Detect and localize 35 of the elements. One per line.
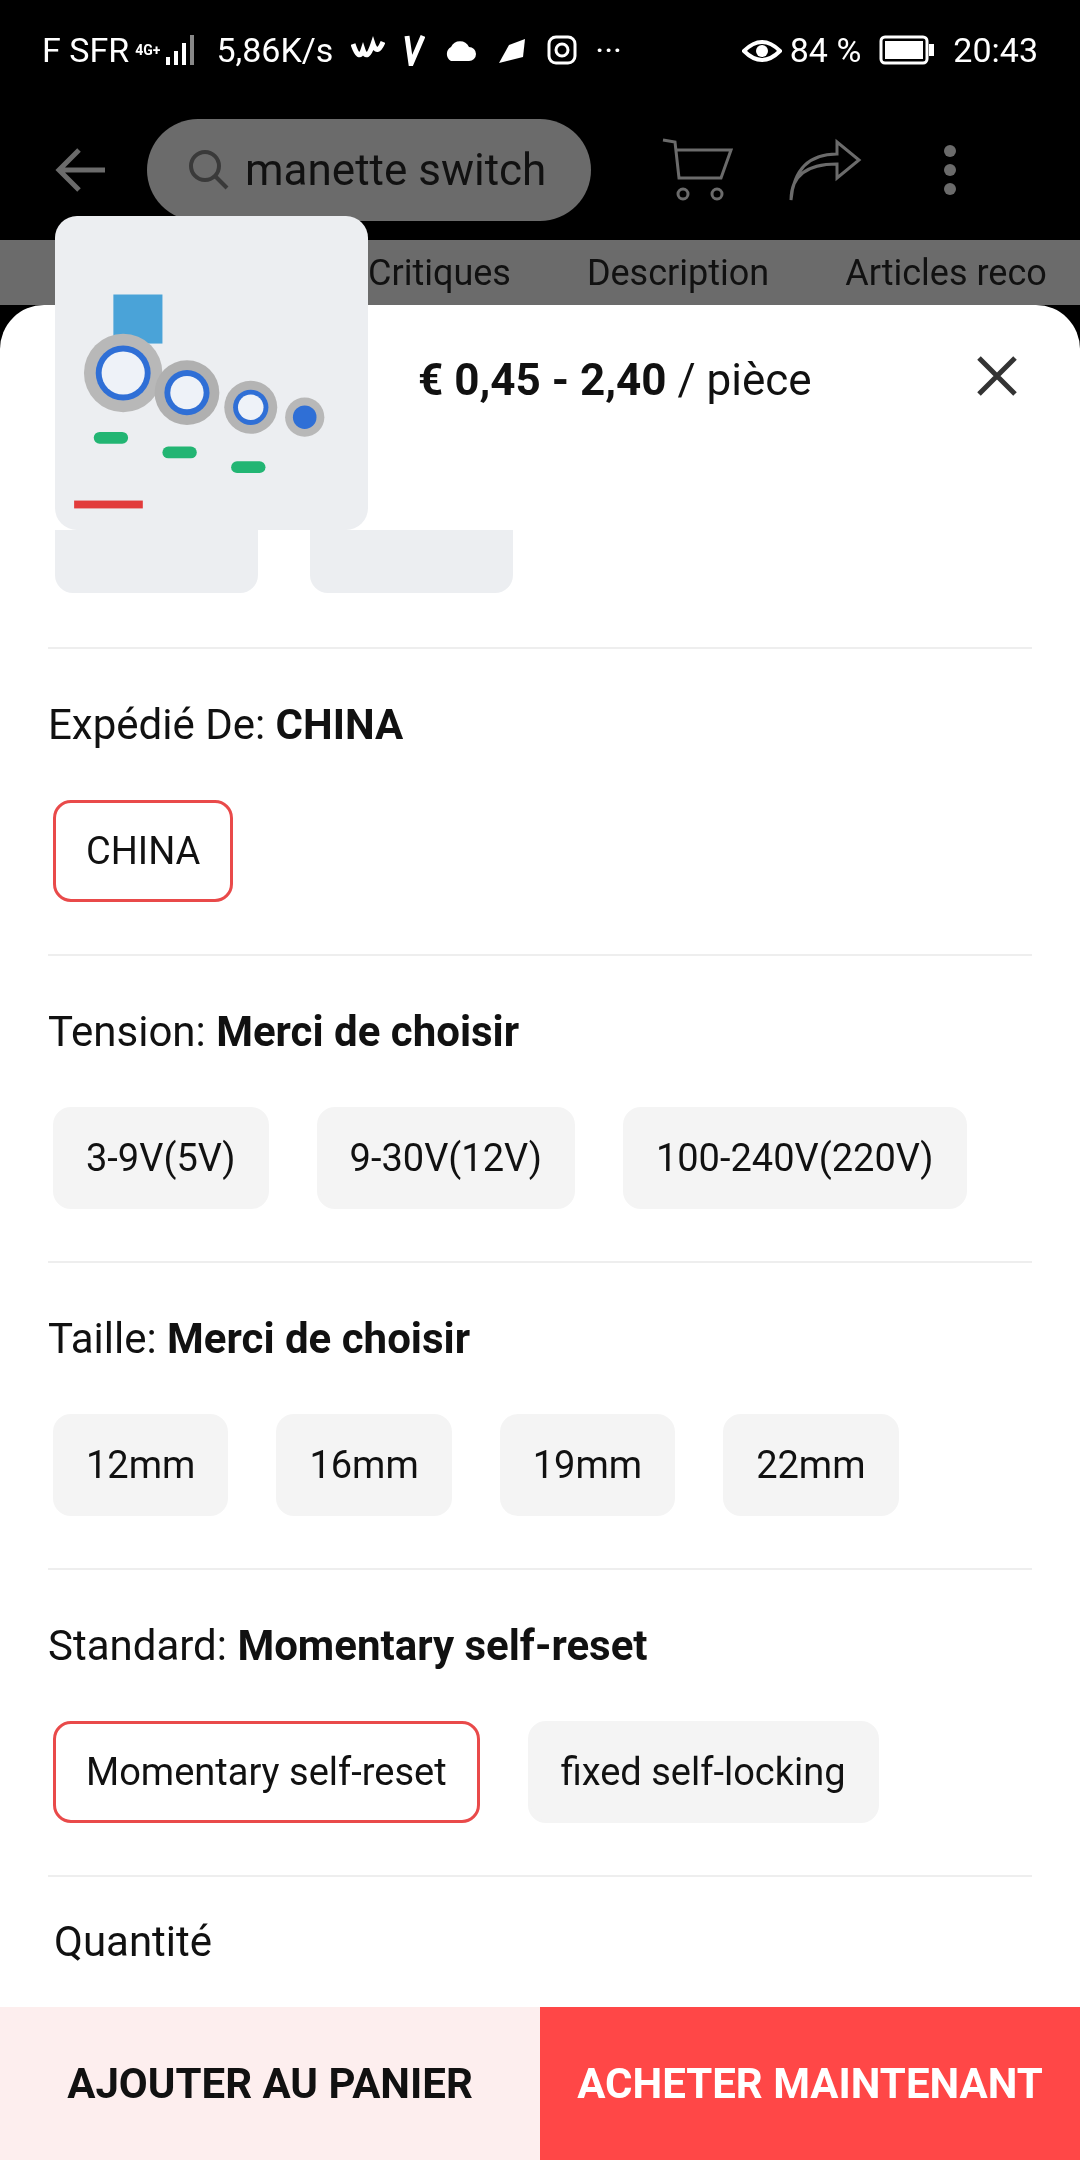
search-field[interactable]: manette switch bbox=[147, 119, 591, 221]
option-chip[interactable]: fixed self-locking bbox=[527, 1721, 879, 1823]
option-chip[interactable]: CHINA bbox=[53, 800, 234, 902]
app-icon bbox=[403, 34, 426, 66]
battery-icon bbox=[879, 35, 936, 65]
network-type: 4G+ bbox=[135, 43, 161, 57]
battery-percent: 84 % bbox=[789, 28, 862, 72]
carrier: F SFR bbox=[42, 28, 130, 72]
option-chip[interactable]: 9-30V(12V) bbox=[316, 1107, 575, 1209]
tab[interactable]: Critiques bbox=[368, 250, 511, 295]
option-chip[interactable]: 19mm bbox=[499, 1414, 676, 1516]
quantity-label: Quantité bbox=[54, 1915, 213, 1968]
option-chip[interactable]: 22mm bbox=[723, 1414, 899, 1516]
add-to-cart-button[interactable]: AJOUTER AU PANIER bbox=[0, 2007, 540, 2160]
back-icon[interactable] bbox=[55, 148, 107, 192]
option-label: Standard: Momentary self-reset bbox=[48, 1620, 648, 1672]
more-icon[interactable] bbox=[943, 144, 957, 196]
camera-icon bbox=[547, 35, 578, 65]
option-label: Tension: Merci de choisir bbox=[48, 1006, 520, 1058]
share-icon[interactable] bbox=[787, 138, 863, 202]
more-notifications: ··· bbox=[595, 28, 622, 72]
option-label: Taille: Merci de choisir bbox=[48, 1313, 471, 1365]
tab[interactable]: Description bbox=[586, 250, 770, 295]
option-label: Expédié De: CHINA bbox=[48, 699, 404, 751]
option-chip[interactable]: Momentary self-reset bbox=[53, 1721, 480, 1823]
tab[interactable]: Articles reco bbox=[845, 250, 1047, 295]
option-chip[interactable]: 16mm bbox=[276, 1414, 452, 1516]
option-chip[interactable]: 12mm bbox=[53, 1414, 229, 1516]
clock: 20:43 bbox=[953, 28, 1038, 72]
close-icon[interactable] bbox=[976, 355, 1018, 397]
network-speed: 5,86K/s bbox=[216, 28, 334, 72]
option-chip[interactable]: 100-240V(220V) bbox=[622, 1107, 967, 1209]
option-chip[interactable]: 3-9V(5V) bbox=[53, 1107, 269, 1209]
search-icon bbox=[187, 148, 231, 192]
price: € 0,45 - 2,40 / pièce bbox=[418, 353, 812, 408]
